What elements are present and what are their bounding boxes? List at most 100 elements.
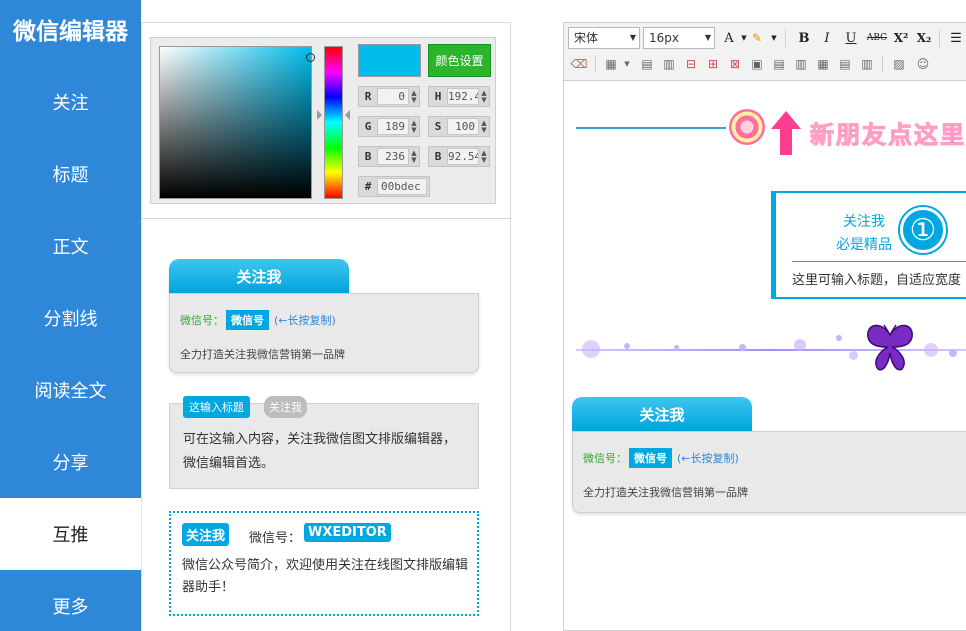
highlight-caret-icon[interactable]: ▼ xyxy=(764,28,784,48)
follow-subtitle: 这里可输入标题，自适应宽度 xyxy=(792,273,962,288)
sparkle-dot xyxy=(739,344,746,351)
blue-input[interactable]: 236 xyxy=(377,148,409,165)
insert-col-icon[interactable]: ▥ xyxy=(660,55,678,73)
toolbar-separator xyxy=(595,55,596,73)
card-body: 微信号： 微信号 (←长按复制) 全力打造关注我微信营销第一品牌 xyxy=(572,431,966,513)
merge-cells-icon[interactable]: ▣ xyxy=(748,55,766,73)
sidebar: 微信编辑器 关注 标题 正文 分割线 阅读全文 分享 互推 更多 xyxy=(0,0,141,631)
spinner-icon[interactable]: ▲ ▼ xyxy=(411,119,417,134)
sidebar-item-cross-promo[interactable]: 互推 xyxy=(0,498,141,570)
sidebar-nav: 关注 标题 正文 分割线 阅读全文 分享 互推 更多 xyxy=(0,66,141,631)
butterfly-icon xyxy=(867,324,913,371)
sidebar-item-body[interactable]: 正文 xyxy=(0,210,141,282)
sidebar-item-divider[interactable]: 分割线 xyxy=(0,282,141,354)
sparkle-dot xyxy=(624,343,630,349)
hue-arrow-left-icon xyxy=(317,110,322,120)
dropdown-caret-icon: ▼ xyxy=(629,33,636,42)
sparkle-dot xyxy=(794,339,806,351)
insert-image-icon[interactable]: ▨ xyxy=(890,55,908,73)
card-slogan: 全力打造关注我微信营销第一品牌 xyxy=(583,486,748,499)
wechat-id-line: 微信号： 微信号 (←长按复制) xyxy=(583,448,739,468)
toolbar-separator xyxy=(882,55,883,73)
split-cols-icon[interactable]: ▥ xyxy=(858,55,876,73)
brightness-field: B 92.5490 ▲▼ xyxy=(428,146,490,167)
font-family-select[interactable]: 宋体 ▼ xyxy=(568,27,640,49)
hue-input[interactable]: 192.457 xyxy=(447,88,479,105)
split-rows-icon[interactable]: ▤ xyxy=(836,55,854,73)
hue-slider[interactable] xyxy=(324,46,343,199)
card-body: 关注我 微信号： WXEDITOR 微信公众号简介，欢迎使用关注在线图文排版编辑… xyxy=(169,511,479,616)
rich-text-editor: 宋体 ▼ 16px ▼ A ▼ ✎ ▼ B I U ABC X² X₂ ☰ ⌫ … xyxy=(563,22,966,631)
sidebar-item-share[interactable]: 分享 xyxy=(0,426,141,498)
title-pill: 这输入标题 xyxy=(183,396,250,418)
spinner-icon[interactable]: ▲ ▼ xyxy=(481,119,487,134)
panel-divider xyxy=(142,218,510,219)
italic-button[interactable]: I xyxy=(817,28,837,48)
template-panel: 颜色设置 R 0 ▲▼ H 192.457 ▲▼ G 189 ▲▼ S 100 … xyxy=(141,22,511,631)
new-friends-heading: 新朋友点这里 xyxy=(810,120,966,150)
delete-row-icon[interactable]: ⊟ xyxy=(682,55,700,73)
font-size-value: 16px xyxy=(649,31,679,45)
brightness-label: B xyxy=(434,150,442,163)
sidebar-item-title[interactable]: 标题 xyxy=(0,138,141,210)
set-color-button[interactable]: 颜色设置 xyxy=(428,44,491,77)
eraser-icon[interactable]: ⌫ xyxy=(570,55,588,73)
wechat-id-label: 微信号： xyxy=(583,452,627,465)
table-caret-icon[interactable]: ▼ xyxy=(618,55,636,73)
merge-down-icon[interactable]: ▥ xyxy=(792,55,810,73)
long-press-hint: (←长按复制) xyxy=(677,452,739,465)
underline-button[interactable]: U xyxy=(841,28,861,48)
card-body: 微信号： 微信号 (←长按复制) 全力打造关注我微信营销第一品牌 xyxy=(169,293,479,373)
sidebar-item-read-more[interactable]: 阅读全文 xyxy=(0,354,141,426)
green-input[interactable]: 189 xyxy=(377,118,409,135)
subscript-button[interactable]: X₂ xyxy=(914,28,934,48)
emoticon-icon[interactable]: ☺ xyxy=(914,55,932,73)
spinner-icon[interactable]: ▲ ▼ xyxy=(481,89,487,104)
delete-table-icon[interactable]: ⊠ xyxy=(726,55,744,73)
saturation-label: S xyxy=(434,120,442,133)
card-intro-text: 微信公众号简介，欢迎使用关注在线图文排版编辑器助手！ xyxy=(182,558,469,595)
spinner-icon[interactable]: ▲ ▼ xyxy=(411,89,417,104)
editor-content[interactable]: 新朋友点这里 关注我 必是精品 ① 这里可输入标题，自适应宽度 关注我 微信号：… xyxy=(564,81,966,631)
card-content-text: 可在这输入内容，关注我微信图文排版编辑器，微信编辑首选。 xyxy=(183,432,457,471)
saturation-input[interactable]: 100 xyxy=(447,118,479,135)
align-left-icon[interactable]: ☰ xyxy=(946,28,966,48)
saturation-value-area[interactable] xyxy=(159,46,315,199)
sparkle-dot xyxy=(849,351,858,360)
sidebar-item-more[interactable]: 更多 xyxy=(0,570,141,631)
font-size-select[interactable]: 16px ▼ xyxy=(643,27,715,49)
color-cursor-icon[interactable] xyxy=(306,53,315,62)
red-label: R xyxy=(364,90,372,103)
merge-right-icon[interactable]: ▤ xyxy=(770,55,788,73)
split-cells-icon[interactable]: ▦ xyxy=(814,55,832,73)
delete-col-icon[interactable]: ⊞ xyxy=(704,55,722,73)
spinner-icon[interactable]: ▲ ▼ xyxy=(481,149,487,164)
follow-rule xyxy=(792,261,966,262)
card-slogan: 全力打造关注我微信营销第一品牌 xyxy=(180,348,345,361)
strikethrough-button[interactable]: ABC xyxy=(865,28,889,48)
card-body: 这输入标题 关注我 可在这输入内容，关注我微信图文排版编辑器，微信编辑首选。 xyxy=(169,396,479,489)
red-input[interactable]: 0 xyxy=(377,88,409,105)
editor-toolbar: 宋体 ▼ 16px ▼ A ▼ ✎ ▼ B I U ABC X² X₂ ☰ ⌫ … xyxy=(564,23,966,81)
card-title-tab: 关注我 xyxy=(572,397,752,431)
bold-button[interactable]: B xyxy=(794,28,814,48)
wechat-id-badge: 微信号 xyxy=(226,310,269,330)
lollipop-icon xyxy=(729,109,765,145)
blue-label: B xyxy=(364,150,372,163)
sidebar-item-follow[interactable]: 关注 xyxy=(0,66,141,138)
hue-field: H 192.457 ▲▼ xyxy=(428,86,490,107)
spinner-icon[interactable]: ▲ ▼ xyxy=(411,149,417,164)
sparkle-dot xyxy=(582,340,600,358)
up-arrow-icon xyxy=(771,111,801,155)
dropdown-caret-icon: ▼ xyxy=(704,33,711,42)
superscript-button[interactable]: X² xyxy=(891,28,911,48)
color-swatch xyxy=(358,44,421,77)
app-brand: 微信编辑器 xyxy=(13,19,128,45)
sparkle-dot xyxy=(949,349,957,357)
insert-row-icon[interactable]: ▤ xyxy=(638,55,656,73)
hex-input[interactable]: 00bdec xyxy=(377,178,427,195)
brightness-input[interactable]: 92.5490 xyxy=(447,148,479,165)
hex-label: # xyxy=(364,180,372,193)
wechat-id-badge: 微信号 xyxy=(629,448,672,468)
red-field: R 0 ▲ ▼ xyxy=(358,86,420,107)
